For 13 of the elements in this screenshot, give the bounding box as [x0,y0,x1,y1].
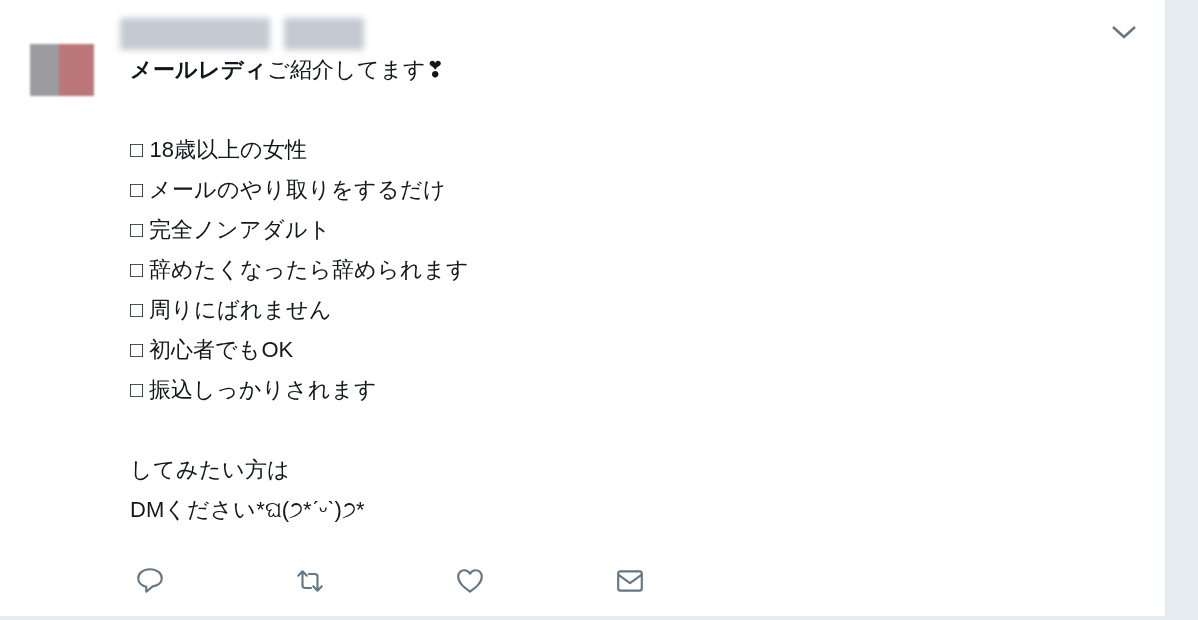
tweet-text-line: DMください*ଘ(੭*ˊᵕˋ)੭* [130,496,365,524]
checklist-item: □ 辞めたくなったら辞められます [130,256,470,284]
checklist-item: □ 周りにばれません [130,296,333,324]
chevron-down-icon[interactable] [1111,24,1137,40]
checklist-item: □ メールのやり取りをするだけ [130,176,447,204]
checklist-item: □ 振込しっかりされます [130,376,378,404]
reply-icon[interactable] [135,566,165,596]
tweet-headline: メールレディご紹介してます❣ [130,56,445,84]
checklist-item: □ 初心者でもOK [130,336,294,364]
heart-icon[interactable] [455,566,485,596]
checklist-item: □ 完全ノンアダルト [130,216,332,244]
tweet-text-line: してみたい方は [130,456,290,484]
checklist-item: □ 18歳以上の女性 [130,136,307,164]
